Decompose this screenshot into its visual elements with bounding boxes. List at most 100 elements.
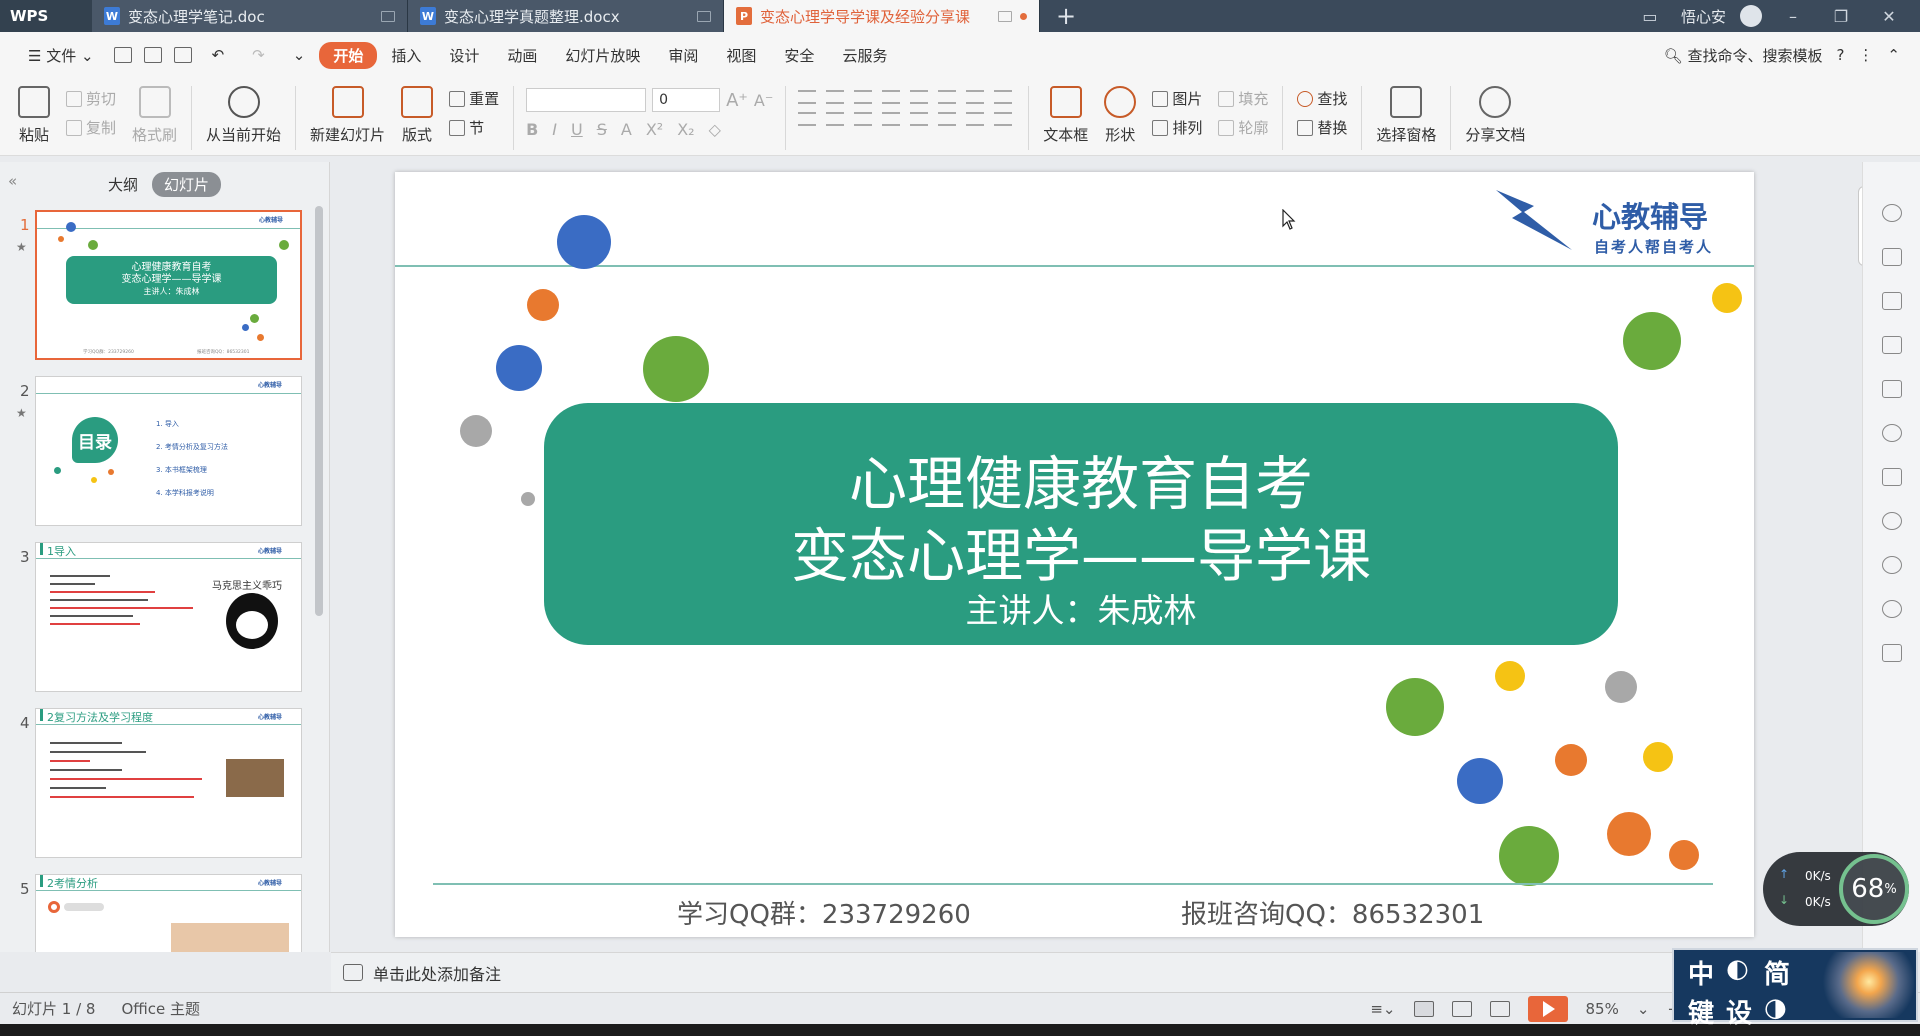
menu-home[interactable]: 开始	[319, 41, 378, 69]
subscript-icon[interactable]: X₂	[677, 120, 694, 139]
ime-keyboard[interactable]: 键	[1688, 993, 1722, 1030]
numbering-icon[interactable]	[826, 90, 845, 104]
fill-button[interactable]: 填充	[1218, 88, 1268, 109]
zoom-dropdown-icon[interactable]: ⌄	[1637, 1000, 1650, 1018]
network-speed-widget[interactable]: ↑ 0K/s ↓ 0K/s 68%	[1763, 852, 1909, 926]
play-slideshow-button[interactable]	[1527, 996, 1568, 1022]
format-painter-button[interactable]: 格式刷	[124, 78, 185, 145]
section-button[interactable]: 节	[449, 117, 499, 138]
menu-animation[interactable]: 动画	[493, 45, 551, 66]
footer-consult-qq[interactable]: 报班咨询QQ：86532301	[1181, 894, 1484, 931]
convert-icon[interactable]	[994, 90, 1013, 104]
thumbnail-frame[interactable]: 2考情分析 心教辅导	[35, 874, 302, 952]
doc-tab-2[interactable]: W 变态心理学真题整理.docx	[408, 0, 724, 32]
menu-review[interactable]: 审阅	[654, 45, 712, 66]
image-pane-icon[interactable]	[1882, 380, 1902, 398]
ime-punct-icon[interactable]: ◑	[1764, 993, 1798, 1030]
layout-icon[interactable]: ▭	[1633, 7, 1667, 26]
share-icon[interactable]	[1882, 512, 1902, 530]
ime-toolbar[interactable]: 中 ◐ 简 键 设 ◑	[1672, 948, 1918, 1029]
share-button[interactable]: 分享文档	[1457, 78, 1533, 145]
transition-icon[interactable]	[1882, 248, 1902, 266]
slide-1[interactable]: 心教辅导 自考人帮自考人 心理健康教育自考 变态心理学——导学课 主讲人：朱成林…	[395, 172, 1754, 937]
save-icon[interactable]	[113, 47, 132, 63]
archive-icon[interactable]	[1882, 468, 1902, 486]
redo-icon[interactable]: ↷	[238, 46, 279, 64]
justify-icon[interactable]	[882, 112, 901, 126]
footer-qq-group[interactable]: 学习QQ群：233729260	[677, 894, 971, 931]
new-tab-button[interactable]: +	[1040, 0, 1092, 32]
columns-icon[interactable]	[910, 90, 929, 104]
thumbnail-frame[interactable]: 1导入 心教辅导 马克思主义乖巧	[35, 542, 302, 692]
grid-icon[interactable]	[1882, 644, 1902, 662]
ime-halfwidth-icon[interactable]: ◐	[1726, 954, 1760, 991]
notes-bar[interactable]: 单击此处添加备注	[331, 952, 1861, 992]
layout-button[interactable]: 版式	[393, 78, 441, 145]
text-direction-icon[interactable]	[966, 90, 985, 104]
theme-name[interactable]: Office 主题	[121, 998, 200, 1019]
customize-icon[interactable]: ⌄	[279, 46, 320, 64]
thumbnail-frame[interactable]: 2复习方法及学习程度 心教辅导	[35, 708, 302, 858]
history-icon[interactable]	[1882, 556, 1902, 574]
slide-title-line-2[interactable]: 变态心理学——导学课	[544, 509, 1618, 593]
spacing-icon[interactable]	[938, 112, 957, 126]
slide-sorter-icon[interactable]	[1451, 1001, 1472, 1017]
arrange-button[interactable]: 排列	[1152, 117, 1202, 138]
minimize-icon[interactable]: –	[1776, 7, 1810, 26]
align-center-icon[interactable]	[826, 112, 845, 126]
help-icon[interactable]: ?	[1836, 46, 1844, 64]
text-align-icon[interactable]	[966, 112, 985, 126]
underline-icon[interactable]: U	[571, 120, 583, 139]
monitor-icon[interactable]	[998, 10, 1012, 22]
notes-placeholder[interactable]: 单击此处添加备注	[373, 961, 501, 985]
eraser-icon[interactable]: ◇	[709, 120, 721, 139]
font-size-select[interactable]: 0	[652, 88, 721, 112]
menu-design[interactable]: 设计	[435, 45, 493, 66]
menu-insert[interactable]: 插入	[377, 45, 435, 66]
normal-view-icon[interactable]	[1413, 1001, 1434, 1017]
command-search[interactable]: 🔍︎ 查找命令、搜索模板	[1664, 45, 1823, 66]
file-menu[interactable]: ☰ 文件 ⌄	[14, 45, 108, 66]
font-name-select[interactable]	[526, 88, 647, 112]
star-icon[interactable]	[1882, 424, 1902, 442]
superscript-icon[interactable]: X²	[646, 120, 663, 139]
menu-view[interactable]: 视图	[712, 45, 770, 66]
ime-chinese-mode[interactable]: 中	[1688, 954, 1722, 991]
monitor-icon[interactable]	[381, 10, 395, 22]
undo-icon[interactable]: ↶	[198, 46, 239, 64]
outline-button[interactable]: 轮廓	[1218, 117, 1268, 138]
strikethrough-icon[interactable]: S	[597, 120, 607, 139]
cut-button[interactable]: 剪切	[66, 88, 116, 109]
shape-pane-icon[interactable]	[1882, 292, 1902, 310]
textbox-button[interactable]: 文本框	[1035, 78, 1096, 145]
font-color-icon[interactable]: A	[621, 120, 632, 139]
magic-icon[interactable]	[1882, 204, 1902, 222]
menu-cloud[interactable]: 云服务	[828, 45, 901, 66]
print-icon[interactable]	[143, 47, 162, 63]
picture-button[interactable]: 图片	[1152, 88, 1202, 109]
shape-button[interactable]: 形状	[1096, 78, 1144, 145]
panel-scrollbar[interactable]	[315, 206, 323, 616]
ime-simplified[interactable]: 简	[1764, 954, 1798, 991]
smartart-icon[interactable]	[994, 112, 1013, 126]
user-name[interactable]: 悟心安	[1681, 6, 1726, 27]
align-right-icon[interactable]	[854, 112, 873, 126]
reading-view-icon[interactable]	[1489, 1001, 1510, 1017]
align-left-icon[interactable]	[798, 112, 817, 126]
doc-tab-3-active[interactable]: P 变态心理学导学课及经验分享课	[724, 0, 1040, 32]
doc-tab-1[interactable]: W 变态心理学笔记.doc	[92, 0, 408, 32]
selection-pane-button[interactable]: 选择窗格	[1368, 78, 1444, 145]
menu-slideshow[interactable]: 幻灯片放映	[551, 45, 654, 66]
tab-outline[interactable]: 大纲	[108, 174, 138, 195]
monitor-icon[interactable]	[697, 10, 711, 22]
new-slide-button[interactable]: 新建幻灯片	[302, 78, 393, 145]
tab-slides[interactable]: 幻灯片	[152, 171, 222, 197]
wps-logo[interactable]: WPS	[0, 0, 92, 32]
menu-security[interactable]: 安全	[770, 45, 828, 66]
slide-presenter[interactable]: 主讲人：朱成林	[544, 584, 1618, 632]
copy-button[interactable]: 复制	[66, 117, 116, 138]
bullets-icon[interactable]	[798, 90, 817, 104]
indent-decrease-icon[interactable]	[854, 90, 873, 104]
thumbnail-frame[interactable]: 心教辅导 目录 1. 导入 2. 考情分析及复习方法 3. 本书框架梳理 4. …	[35, 376, 302, 526]
notes-toggle-icon[interactable]: ≡⌄	[1370, 1000, 1395, 1018]
